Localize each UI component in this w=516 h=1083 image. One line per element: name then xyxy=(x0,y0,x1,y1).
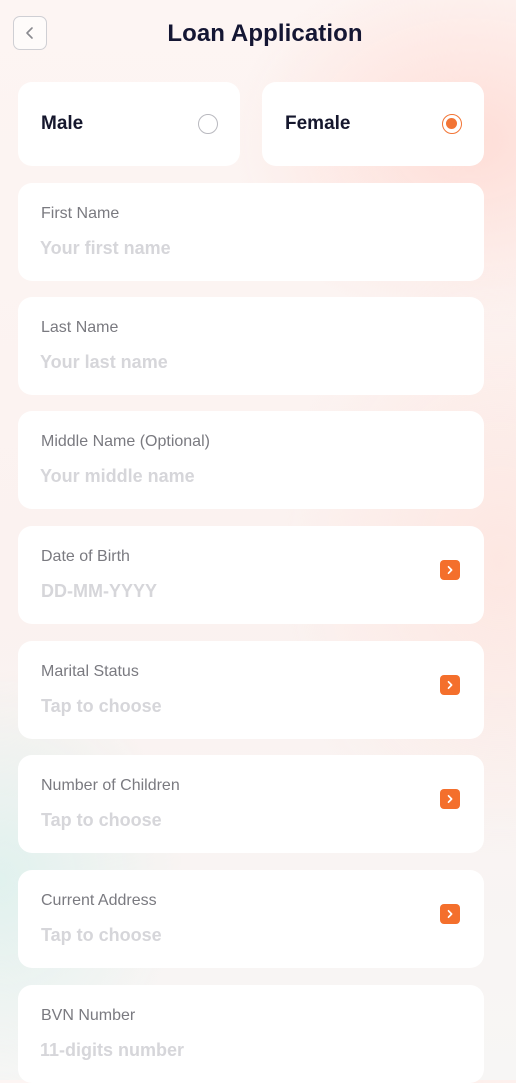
chevron-right-icon xyxy=(447,680,453,690)
bvn-number-input[interactable] xyxy=(40,1037,420,1063)
last-name-input[interactable] xyxy=(40,349,420,375)
date-of-birth-value: DD-MM-YYYY xyxy=(41,581,157,601)
gender-selector: Male Female xyxy=(18,82,484,166)
number-of-children-value: Tap to choose xyxy=(41,810,162,830)
date-of-birth-field[interactable]: Date of Birth DD-MM-YYYY xyxy=(18,526,484,624)
middle-name-input[interactable] xyxy=(40,463,420,489)
first-name-input[interactable] xyxy=(40,235,420,261)
header: Loan Application xyxy=(0,0,516,72)
marital-status-value: Tap to choose xyxy=(41,696,162,716)
chevron-right-icon xyxy=(447,565,453,575)
page-title: Loan Application xyxy=(167,20,363,47)
marital-status-label: Marital Status xyxy=(41,663,139,680)
last-name-field[interactable]: Last Name xyxy=(18,297,484,395)
current-address-value: Tap to choose xyxy=(41,925,162,945)
middle-name-field[interactable]: Middle Name (Optional) xyxy=(18,411,484,509)
chevron-right-icon xyxy=(447,794,453,804)
bvn-number-label: BVN Number xyxy=(41,1007,136,1024)
radio-male[interactable] xyxy=(198,114,218,134)
gender-option-male[interactable]: Male xyxy=(18,82,240,166)
bvn-number-field[interactable]: BVN Number xyxy=(18,985,484,1083)
last-name-label: Last Name xyxy=(41,319,119,336)
current-address-field[interactable]: Current Address Tap to choose xyxy=(18,870,484,968)
middle-name-label: Middle Name (Optional) xyxy=(41,433,210,450)
first-name-field[interactable]: First Name xyxy=(18,183,484,281)
marital-status-field[interactable]: Marital Status Tap to choose xyxy=(18,641,484,739)
radio-female[interactable] xyxy=(442,114,462,134)
current-address-picker-button[interactable] xyxy=(440,904,460,924)
date-of-birth-picker-button[interactable] xyxy=(440,560,460,580)
gender-option-female[interactable]: Female xyxy=(262,82,484,166)
number-of-children-label: Number of Children xyxy=(41,777,180,794)
chevron-right-icon xyxy=(447,909,453,919)
marital-status-picker-button[interactable] xyxy=(440,675,460,695)
number-of-children-field[interactable]: Number of Children Tap to choose xyxy=(18,755,484,853)
current-address-label: Current Address xyxy=(41,892,157,909)
gender-label-male: Male xyxy=(41,113,84,134)
number-of-children-picker-button[interactable] xyxy=(440,789,460,809)
first-name-label: First Name xyxy=(41,205,120,222)
gender-label-female: Female xyxy=(285,113,351,134)
date-of-birth-label: Date of Birth xyxy=(41,548,130,565)
